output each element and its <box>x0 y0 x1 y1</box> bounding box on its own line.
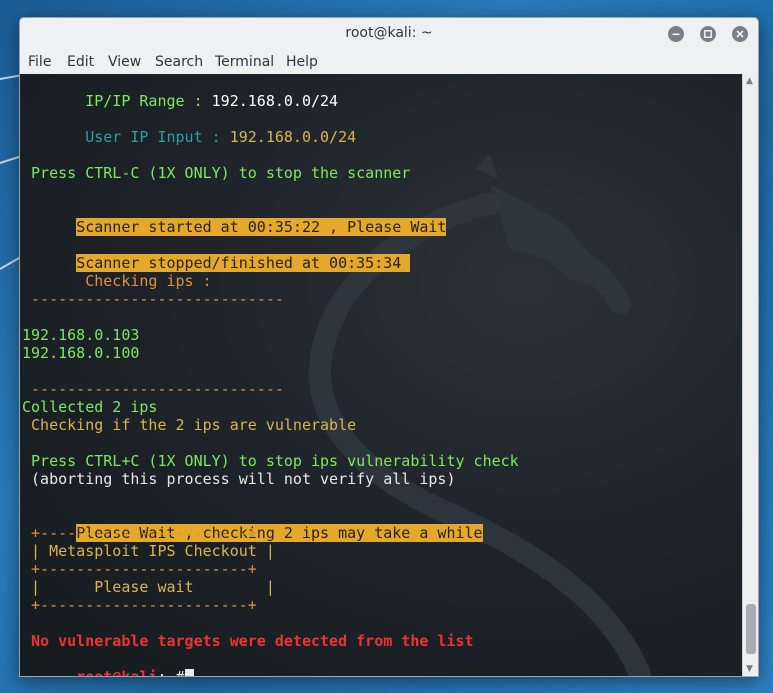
dash-line: ---------------------------- <box>22 290 284 308</box>
user-ip-value: 192.168.0.0/24 <box>229 128 357 146</box>
scroll-down-icon[interactable]: ▼ <box>746 664 753 674</box>
ip-range-value: 192.168.0.0/24 <box>211 92 339 110</box>
dash-line: ---------------------------- <box>22 380 284 398</box>
user-ip-label: User IP Input : <box>76 128 230 146</box>
maximize-icon[interactable] <box>700 26 716 42</box>
box-border-bottom: +-----------------------+ <box>22 596 257 614</box>
aborting-line: (aborting this process will not verify a… <box>22 470 456 488</box>
terminal-window: root@kali: ~ File Edit View Search Termi… <box>19 17 759 677</box>
ip-item: 192.168.0.103 <box>22 326 140 344</box>
vertical-scrollbar[interactable]: ▲ ▼ <box>742 74 758 676</box>
scanner-stopped-text: Scanner stopped/finished at 00:35:34 <box>76 254 411 272</box>
text-cursor <box>184 669 194 676</box>
box-border-top: +-----------------------+ <box>22 524 257 542</box>
terminal-output[interactable]: IP/IP Range : 192.168.0.0/24 User IP Inp… <box>20 74 742 676</box>
ip-range-line: IP/IP Range : 192.168.0.0/24 <box>22 74 338 110</box>
scroll-up-icon[interactable]: ▲ <box>746 76 753 86</box>
please-wait-checking-line: Please Wait , checking 2 ips may take a … <box>22 506 483 542</box>
menu-view[interactable]: View <box>108 54 141 70</box>
window-title: root@kali: ~ <box>345 25 433 41</box>
prompt-user: root@kali <box>76 668 157 676</box>
box-border-mid: +-----------------------+ <box>22 560 257 578</box>
collected-line: Collected 2 ips <box>22 398 158 416</box>
checking-ips-line: Checking ips : <box>22 272 212 290</box>
title-bar[interactable]: root@kali: ~ <box>20 18 758 48</box>
ip-range-label: IP/IP Range : <box>76 92 212 110</box>
menu-edit[interactable]: Edit <box>67 54 94 70</box>
scanner-started-line: Scanner started at 00:35:22 , Please Wai… <box>22 200 447 236</box>
checking-vuln-line: Checking if the 2 ips are vulnerable <box>22 416 357 434</box>
menu-bar: File Edit View Search Terminal Help <box>20 50 758 74</box>
box-title-line: | Metasploit IPS Checkout | <box>22 542 275 560</box>
no-vuln-line: No vulnerable targets were detected from… <box>22 632 474 650</box>
scanner-started-text: Scanner started at 00:35:22 , Please Wai… <box>76 218 447 236</box>
menu-terminal[interactable]: Terminal <box>215 54 274 70</box>
press-ctrl-c-vuln-line: Press CTRL+C (1X ONLY) to stop ips vulne… <box>22 452 519 470</box>
press-ctrl-c-line: Press CTRL-C (1X ONLY) to stop the scann… <box>22 164 411 182</box>
box-wait-line: | Please wait | <box>22 578 275 596</box>
menu-help[interactable]: Help <box>286 54 318 70</box>
scrollbar-thumb[interactable] <box>746 604 756 654</box>
ip-item: 192.168.0.100 <box>22 344 140 362</box>
prompt-line[interactable]: root@kali:~# <box>22 650 194 676</box>
user-ip-line: User IP Input : 192.168.0.0/24 <box>22 110 356 146</box>
prompt-path: :~# <box>157 668 184 676</box>
menu-search[interactable]: Search <box>155 54 203 70</box>
scanner-stopped-line: Scanner stopped/finished at 00:35:34 <box>22 236 411 272</box>
close-icon[interactable] <box>732 26 748 42</box>
minimize-icon[interactable] <box>668 26 684 42</box>
menu-file[interactable]: File <box>28 54 51 70</box>
